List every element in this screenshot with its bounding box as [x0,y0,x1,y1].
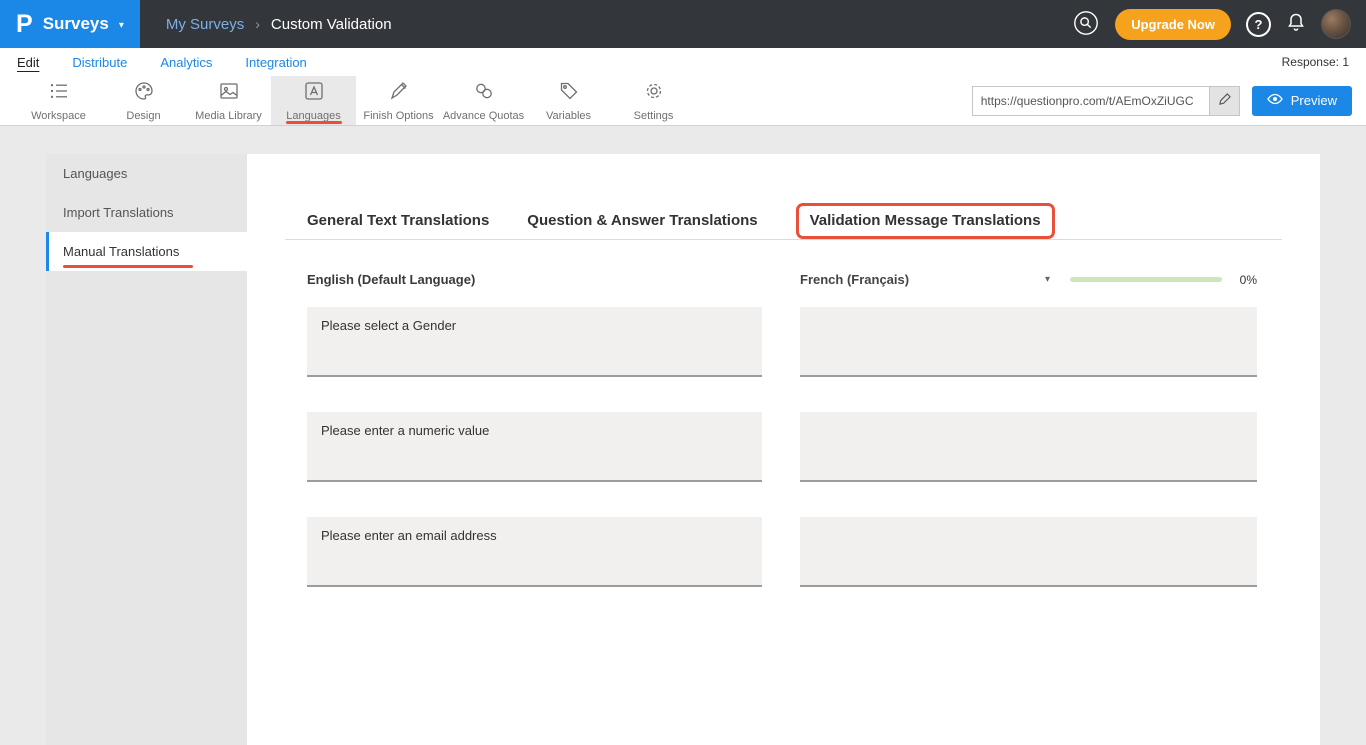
target-language-value: French (Français) [800,272,909,287]
tab-distribute[interactable]: Distribute [72,55,127,70]
languages-sidebar: Languages Import Translations Manual Tra… [46,154,247,745]
preview-label: Preview [1291,93,1337,108]
toolbar-item-settings[interactable]: Settings [611,76,696,125]
notifications-button[interactable] [1286,12,1306,36]
toolbar-item-variables[interactable]: Variables [526,76,611,125]
language-header-row: English (Default Language) French (Franç… [307,272,1260,287]
target-language-header: French (Français) ▾ 0% [800,272,1257,287]
search-button[interactable] [1072,9,1100,40]
toolbar-item-advance-quotas[interactable]: Advance Quotas [441,76,526,125]
toolbar-item-label: Finish Options [363,110,433,122]
translation-row: Please select a Gender [307,307,1260,377]
eye-icon [1267,93,1283,108]
variables-icon [558,80,580,107]
question-mark-icon: ? [1255,17,1263,32]
red-annotation-box: Validation Message Translations [796,203,1055,239]
toolbar-item-languages[interactable]: Languages [271,76,356,125]
target-language-select[interactable]: French (Français) ▾ [800,272,1050,287]
upgrade-now-button[interactable]: Upgrade Now [1115,9,1231,40]
red-annotation-underline [63,265,193,268]
translation-row: Please enter a numeric value [307,412,1260,482]
breadcrumb-separator-icon: › [255,16,260,32]
toolbar-right: Preview [972,76,1366,125]
brand-label: Surveys [43,14,109,34]
source-text-gender: Please select a Gender [307,307,762,377]
bell-icon [1286,12,1306,36]
finish-options-icon [388,80,410,107]
topbar-actions: Upgrade Now ? [1072,9,1366,40]
toolbar-item-label: Design [126,110,160,122]
response-count[interactable]: Response: 1 [1282,55,1349,69]
tab-general-text-translations[interactable]: General Text Translations [307,212,489,229]
sidebar-item-import-translations[interactable]: Import Translations [46,193,247,232]
toolbar-item-label: Settings [634,110,674,122]
breadcrumb: My Surveys › Custom Validation [166,16,392,33]
settings-icon [643,80,665,107]
questionpro-logo-icon: P [16,12,33,37]
toolbar-item-label: Workspace [31,110,86,122]
survey-url-box [972,86,1240,116]
translation-progress-percent: 0% [1240,273,1257,287]
chevron-down-icon: ▾ [1045,274,1050,285]
tab-validation-message-translations[interactable]: Validation Message Translations [810,212,1041,229]
sidebar-item-label: Import Translations [63,205,174,220]
sidebar-item-label: Languages [63,166,127,181]
topbar: P Surveys ▾ My Surveys › Custom Validati… [0,0,1366,48]
toolbar-item-workspace[interactable]: Workspace [16,76,101,125]
edit-url-button[interactable] [1209,87,1239,115]
avatar[interactable] [1321,9,1351,39]
source-text-numeric: Please enter a numeric value [307,412,762,482]
toolbar-item-label: Media Library [195,110,262,122]
toolbar-item-media-library[interactable]: Media Library [186,76,271,125]
breadcrumb-current: Custom Validation [271,16,392,33]
chevron-down-icon: ▾ [119,20,124,31]
target-text-input-numeric[interactable] [800,412,1257,482]
toolbar-item-finish-options[interactable]: Finish Options [356,76,441,125]
breadcrumb-my-surveys[interactable]: My Surveys [166,16,244,33]
main-content: Languages Import Translations Manual Tra… [0,126,1366,745]
tab-question-answer-translations[interactable]: Question & Answer Translations [527,212,757,229]
source-text-email: Please enter an email address [307,517,762,587]
source-language-label: English (Default Language) [307,272,762,287]
translation-row: Please enter an email address [307,517,1260,587]
translations-tabs: General Text Translations Question & Ans… [285,202,1282,240]
pencil-icon [1218,93,1231,109]
help-button[interactable]: ? [1246,12,1271,37]
sidebar-item-languages[interactable]: Languages [46,154,247,193]
sidebar-item-manual-translations[interactable]: Manual Translations [46,232,247,271]
brand-menu[interactable]: P Surveys ▾ [0,0,140,48]
preview-button[interactable]: Preview [1252,86,1352,116]
advance-quotas-icon [473,80,495,107]
translation-progress-bar [1070,277,1222,282]
translations-panel: General Text Translations Question & Ans… [247,154,1320,745]
languages-icon [303,80,325,107]
toolbar-item-label: Languages [286,110,340,122]
survey-url-input[interactable] [973,87,1209,115]
tab-integration[interactable]: Integration [245,55,306,70]
edit-toolbar: Workspace Design Media Library Languages… [0,76,1366,126]
toolbar-item-label: Advance Quotas [443,110,524,122]
toolbar-item-design[interactable]: Design [101,76,186,125]
survey-section-nav: Edit Distribute Analytics Integration Re… [0,48,1366,76]
media-library-icon [218,80,240,107]
translation-rows: Please select a Gender Please enter a nu… [307,307,1260,587]
tab-analytics[interactable]: Analytics [160,55,212,70]
sidebar-item-label: Manual Translations [63,244,179,259]
workspace-icon [48,80,70,107]
design-icon [133,80,155,107]
target-text-input-gender[interactable] [800,307,1257,377]
tab-edit[interactable]: Edit [17,55,39,70]
toolbar-item-label: Variables [546,110,591,122]
target-text-input-email[interactable] [800,517,1257,587]
red-annotation-underline [286,121,342,124]
search-icon [1072,9,1100,40]
